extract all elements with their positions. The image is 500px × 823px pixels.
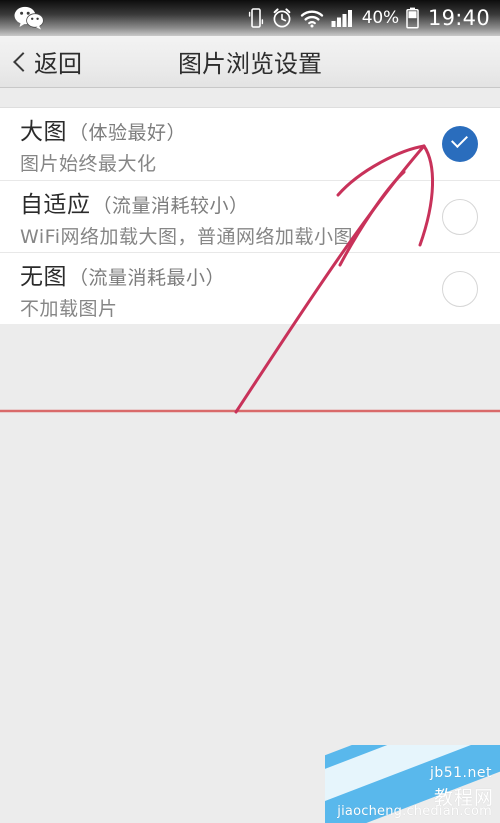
back-button-label: 返回 bbox=[34, 50, 82, 78]
wifi-icon bbox=[300, 8, 324, 28]
option-row-adaptive-image[interactable]: 自适应 （流量消耗较小） WiFi网络加载大图，普通网络加载小图 bbox=[0, 180, 500, 252]
radio-adaptive-image[interactable] bbox=[442, 198, 478, 235]
battery-percent-label: 40% bbox=[361, 8, 399, 28]
option-texts: 无图 （流量消耗最小） 不加载图片 bbox=[20, 257, 442, 321]
option-title: 大图 bbox=[20, 119, 67, 145]
option-title-line: 自适应 （流量消耗较小） bbox=[20, 185, 442, 219]
watermark-band-highlight bbox=[325, 745, 500, 811]
status-bar: 40% 19:40 bbox=[0, 0, 500, 36]
chevron-left-icon bbox=[14, 52, 26, 72]
image-browsing-options-list: 大图 （体验最好） 图片始终最大化 自适应 （流量消耗较小） WiFi网络加载大… bbox=[0, 108, 500, 324]
status-bar-clock: 19:40 bbox=[427, 6, 490, 30]
option-subtitle: 不加载图片 bbox=[20, 297, 118, 320]
option-hint: （流量消耗较小） bbox=[92, 194, 249, 217]
option-hint: （体验最好） bbox=[69, 122, 187, 144]
radio-no-image[interactable] bbox=[442, 270, 478, 307]
option-title-line: 无图 （流量消耗最小） bbox=[20, 257, 442, 291]
alarm-clock-icon bbox=[271, 7, 293, 29]
option-title: 自适应 bbox=[20, 191, 91, 218]
watermark-cn-text: 教程网 bbox=[433, 787, 494, 809]
option-hint: （流量消耗最小） bbox=[69, 266, 226, 289]
battery-icon bbox=[406, 7, 419, 29]
option-row-no-image[interactable]: 无图 （流量消耗最小） 不加载图片 bbox=[0, 252, 500, 324]
option-texts: 大图 （体验最好） 图片始终最大化 bbox=[20, 112, 442, 176]
signal-bars-icon bbox=[331, 8, 355, 28]
option-subtitle: 图片始终最大化 bbox=[20, 153, 157, 175]
option-texts: 自适应 （流量消耗较小） WiFi网络加载大图，普通网络加载小图 bbox=[20, 185, 442, 249]
watermark-band bbox=[325, 745, 500, 823]
option-subtitle: WiFi网络加载大图，普通网络加载小图 bbox=[20, 225, 353, 248]
watermark: jb51.net 教程网 jiaocheng.chedian.com bbox=[325, 745, 500, 823]
title-bar: 返回 图片浏览设置 bbox=[0, 36, 500, 88]
wechat-icon bbox=[14, 6, 44, 30]
status-bar-left bbox=[14, 6, 44, 30]
option-row-large-image[interactable]: 大图 （体验最好） 图片始终最大化 bbox=[0, 108, 500, 180]
watermark-url: jiaocheng.chedian.com bbox=[337, 804, 492, 819]
back-button[interactable]: 返回 bbox=[0, 44, 82, 79]
top-spacer bbox=[0, 89, 500, 108]
vibrate-icon bbox=[248, 7, 264, 29]
phone-screen: 40% 19:40 返回 图片浏览设置 大图 （体验最好） 图片始终最大化 自适… bbox=[0, 0, 500, 823]
radio-large-image[interactable] bbox=[442, 126, 478, 162]
option-title: 无图 bbox=[20, 263, 67, 290]
option-title-line: 大图 （体验最好） bbox=[20, 112, 442, 146]
watermark-site: jb51.net bbox=[429, 765, 492, 781]
status-bar-right: 40% 19:40 bbox=[248, 6, 490, 30]
